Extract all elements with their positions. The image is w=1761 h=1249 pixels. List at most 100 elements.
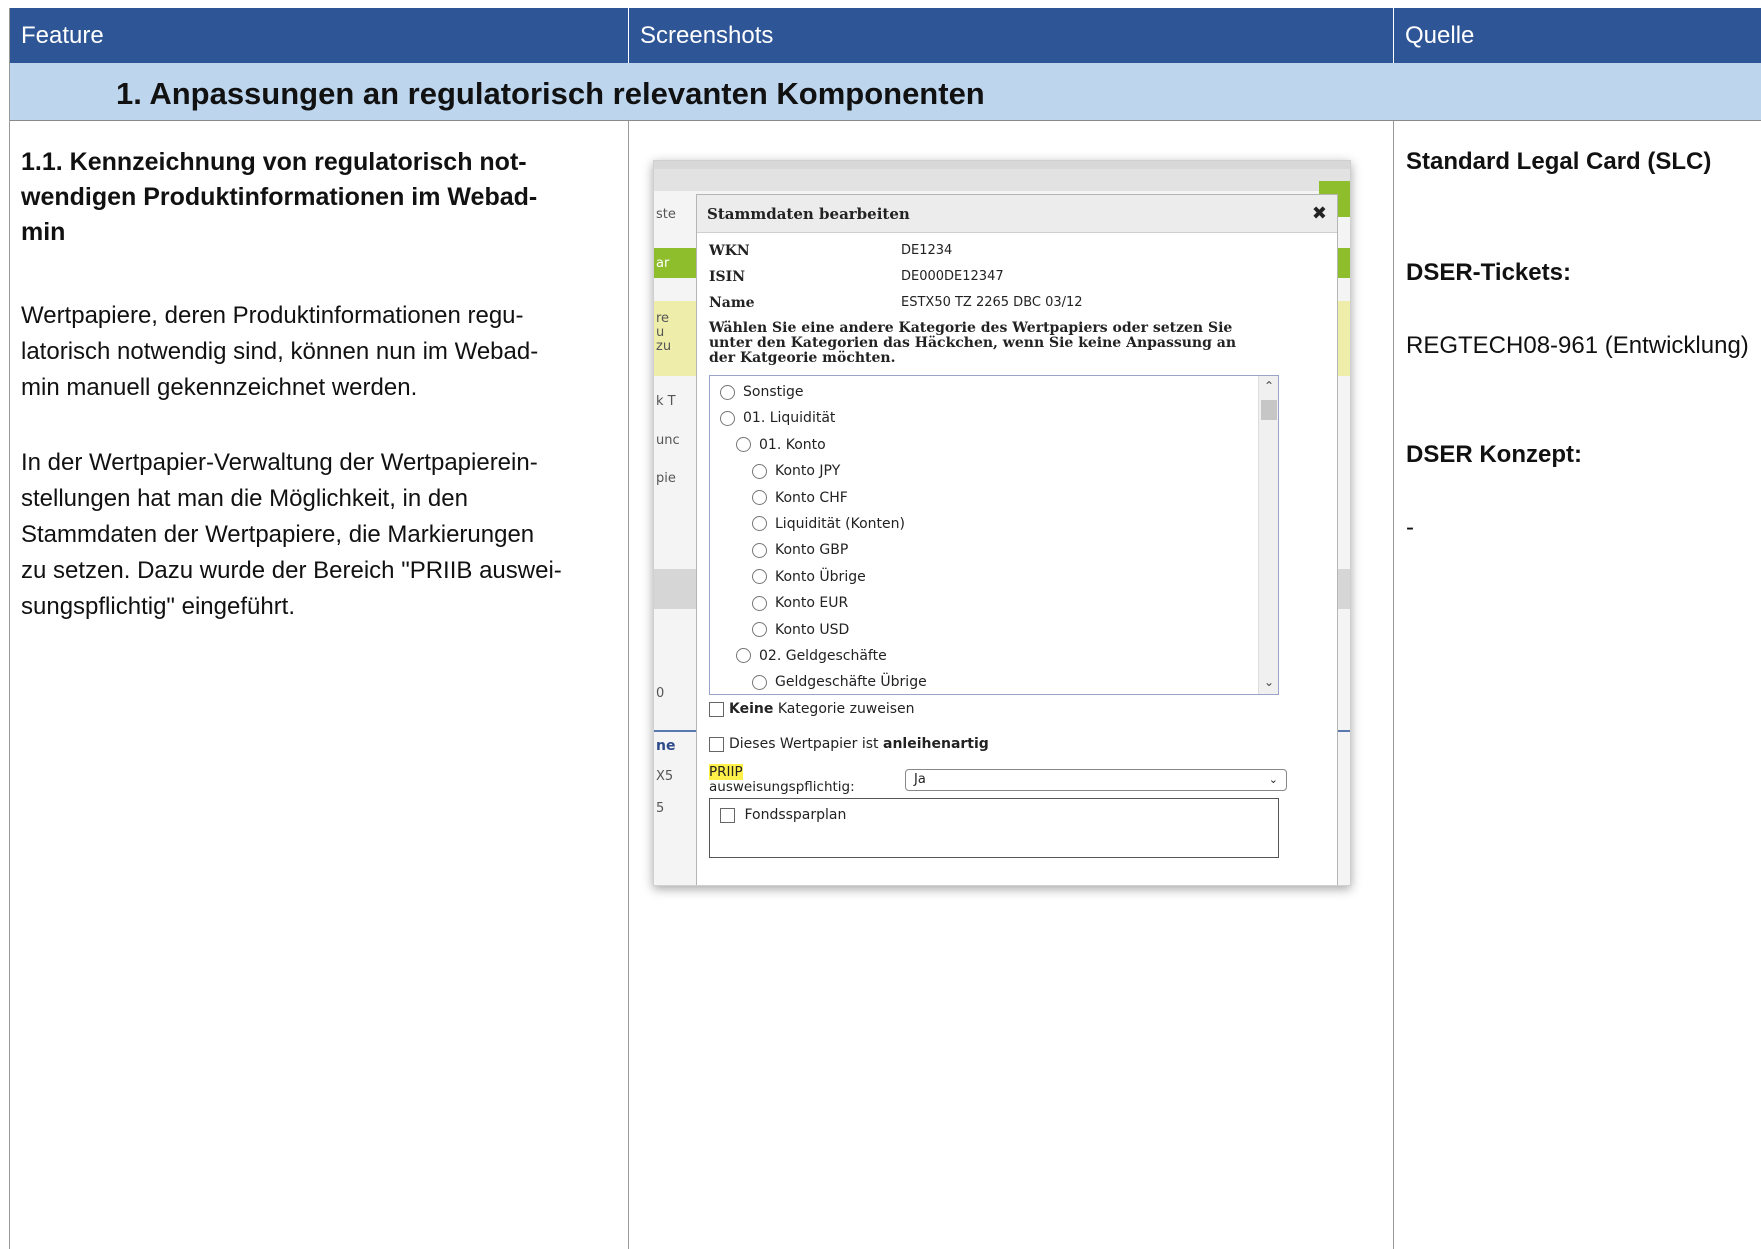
bond-like-checkbox[interactable] — [709, 736, 724, 752]
fonds-box: Fondssparplan — [709, 798, 1279, 858]
dialog-title-text: Stammdaten bearbeiten — [707, 205, 910, 223]
category-item[interactable]: Konto JPY — [710, 458, 1278, 484]
category-item[interactable]: Liquidität (Konten) — [710, 511, 1278, 537]
bg-text-fragment: re — [656, 311, 670, 326]
bond-like-row[interactable]: Dieses Wertpapier ist anleihenartig — [709, 736, 989, 752]
fonds-label: Fondssparplan — [744, 807, 847, 823]
table-border-left — [9, 8, 10, 1249]
radio-button[interactable] — [752, 595, 767, 611]
category-label: 01. Liquidität — [743, 410, 836, 427]
radio-button[interactable] — [736, 648, 751, 664]
radio-button[interactable] — [752, 516, 767, 532]
bg-text-fragment: k T — [656, 394, 676, 409]
header-divider — [628, 8, 629, 63]
ticket-reference[interactable]: REGTECH08-961 (Entwicklung) — [1406, 332, 1749, 360]
fonds-checkbox[interactable] — [720, 807, 735, 823]
paragraph-line: In der Wertpapier-Verwaltung der Wertpap… — [21, 449, 538, 476]
priip-select-value: Ja — [914, 772, 926, 787]
category-item[interactable]: 01. Konto — [710, 432, 1278, 458]
category-label: Konto GBP — [775, 542, 849, 559]
name-label: Name — [709, 295, 755, 311]
priip-label-line2: ausweisungspflichtig: — [709, 779, 855, 795]
dialog-title: Stammdaten bearbeiten — [697, 195, 1337, 233]
scrollbar-thumb[interactable] — [1261, 400, 1277, 420]
scroll-up-icon[interactable]: ⌃ — [1259, 376, 1278, 396]
category-label: 02. Geldgeschäfte — [759, 647, 887, 664]
radio-button[interactable] — [720, 384, 735, 400]
category-item[interactable]: Konto GBP — [710, 537, 1278, 563]
radio-button[interactable] — [752, 542, 767, 558]
category-label: Konto EUR — [775, 595, 849, 612]
feature-title-line: wendigen Produktinformationen im Webad- — [21, 183, 538, 211]
category-item[interactable]: Geldgeschäfte Übrige — [710, 669, 1278, 694]
category-label: Konto JPY — [775, 463, 841, 480]
paragraph-line: sungspflichtig" eingeführt. — [21, 593, 296, 620]
bg-text-fragment: ste — [656, 207, 676, 222]
bg-text-fragment: X5 — [656, 769, 674, 784]
priip-label: PRIIP ausweisungspflichtig: — [709, 764, 855, 795]
priip-select[interactable]: Ja ⌄ — [905, 769, 1287, 791]
bg-text-fragment: unc — [656, 433, 680, 448]
instruction-line: unter den Kategorien das Häckchen, wenn … — [709, 335, 1237, 351]
paragraph-line: latorisch notwendig sind, können nun im … — [21, 338, 539, 365]
header-screenshots-label: Screenshots — [640, 22, 774, 49]
bg-header — [654, 169, 1350, 191]
radio-button[interactable] — [752, 463, 767, 479]
category-item[interactable]: 01. Liquidität — [710, 405, 1278, 431]
bg-panel — [654, 569, 696, 609]
header-divider — [1393, 8, 1394, 63]
radio-button[interactable] — [752, 490, 767, 506]
radio-button[interactable] — [720, 410, 735, 426]
scroll-down-icon[interactable]: ⌄ — [1259, 672, 1278, 692]
category-list: Sonstige 01. Liquidität 01. Konto Konto JPY… — [710, 376, 1278, 694]
radio-button[interactable] — [752, 569, 767, 585]
category-label: Liquidität (Konten) — [775, 515, 905, 532]
paragraph-line: zu setzen. Dazu wurde der Bereich "PRIIB… — [21, 557, 562, 584]
header-cell-screenshots: Screenshots — [628, 8, 1393, 63]
wkn-value: DE1234 — [901, 243, 953, 258]
bg-text-fragment: pie — [656, 471, 676, 486]
category-item[interactable]: Konto Übrige — [710, 564, 1278, 590]
paragraph-line: Wertpapiere, deren Produktinformationen … — [21, 302, 524, 329]
screenshot-mockup: ste ar re u zu k T unc pie 0 ne X5 5 rt … — [653, 160, 1351, 886]
category-tree[interactable]: Sonstige 01. Liquidität 01. Konto Konto JPY… — [709, 375, 1279, 695]
feature-title-line: min — [21, 218, 66, 246]
category-item[interactable]: Sonstige — [710, 379, 1278, 405]
column-divider — [628, 121, 629, 1249]
category-label: Konto Übrige — [775, 568, 866, 585]
category-label: Konto CHF — [775, 489, 848, 506]
category-label: Konto USD — [775, 621, 850, 638]
feature-title: 1.1. Kennzeichnung von regulatorisch not… — [21, 145, 621, 250]
bg-text-fragment: zu — [656, 339, 672, 354]
paragraph-line: Stammdaten der Wertpapiere, die Markieru… — [21, 521, 535, 548]
paragraph-line: min manuell gekennzeichnet werden. — [21, 374, 418, 401]
header-feature-label: Feature — [21, 22, 104, 49]
no-category-checkbox[interactable] — [709, 701, 724, 717]
radio-button[interactable] — [736, 437, 751, 453]
instruction-line: Wählen Sie eine andere Kategorie des Wer… — [709, 320, 1233, 336]
bg-text-fragment: ar — [656, 256, 670, 271]
no-category-row[interactable]: Keine Kategorie zuweisen — [709, 701, 915, 717]
bg-text-fragment: u — [656, 325, 665, 340]
bond-like-bold: anleihenartig — [883, 736, 989, 752]
category-item[interactable]: Konto EUR — [710, 590, 1278, 616]
category-label: 01. Konto — [759, 436, 826, 453]
bg-text-fragment: ne — [656, 738, 676, 754]
header-source-label: Quelle — [1405, 22, 1475, 49]
source-slc: Standard Legal Card (SLC) — [1406, 148, 1712, 175]
tree-scrollbar[interactable]: ⌃ ⌄ — [1258, 376, 1278, 694]
concept-value: - — [1406, 514, 1414, 541]
fonds-row[interactable]: Fondssparplan — [720, 807, 846, 823]
close-icon[interactable]: ✖ — [1312, 195, 1327, 233]
isin-label: ISIN — [709, 269, 746, 285]
radio-button[interactable] — [752, 622, 767, 638]
name-value: ESTX50 TZ 2265 DBC 03/12 — [901, 295, 1083, 310]
feature-paragraph-1: Wertpapiere, deren Produktinformationen … — [21, 298, 631, 406]
category-item[interactable]: Konto CHF — [710, 485, 1278, 511]
no-category-label: Kategorie zuweisen — [777, 701, 915, 717]
bg-text-fragment: 5 — [656, 801, 665, 816]
category-item[interactable]: Konto USD — [710, 617, 1278, 643]
category-item[interactable]: 02. Geldgeschäfte — [710, 643, 1278, 669]
radio-button[interactable] — [752, 674, 767, 690]
concept-label: DSER Konzept: — [1406, 441, 1582, 468]
